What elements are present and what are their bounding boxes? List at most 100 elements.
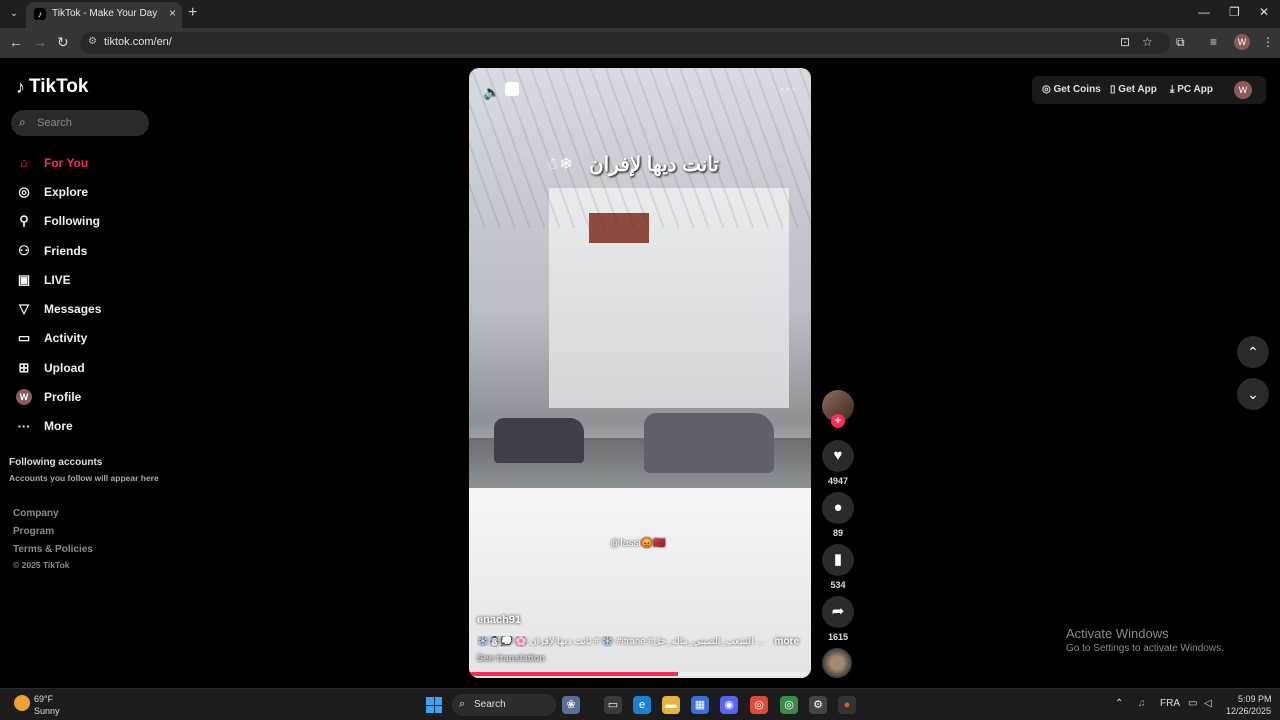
sidebar-item-friends[interactable]: ⚇ Friends xyxy=(16,236,166,265)
bookmark-icon: ▮ xyxy=(833,551,843,568)
video-author[interactable]: enach91 xyxy=(477,614,521,626)
mute-icon[interactable]: 🔈 xyxy=(483,84,500,101)
url-input[interactable]: ⚙ tiktok.com/en/ xyxy=(80,32,1170,54)
forward-icon[interactable]: → xyxy=(33,34,47,50)
mic-tray-icon[interactable]: ♫ xyxy=(1138,698,1146,709)
store-icon[interactable]: ▦ xyxy=(691,696,709,714)
message-square-icon: ▭ xyxy=(17,330,31,346)
sidebar-item-explore[interactable]: ◎ Explore xyxy=(16,177,166,206)
file-explorer-icon[interactable]: ▬ xyxy=(662,696,680,714)
sidebar-item-activity[interactable]: ▭ Activity xyxy=(16,324,166,353)
video-overlay-caption: تانت ديها لإفران xyxy=(588,154,719,176)
video-progress-bar[interactable] xyxy=(469,672,811,676)
footer-link-company[interactable]: Company xyxy=(13,508,59,519)
sidebar-item-label: Following xyxy=(44,214,100,229)
footer-link-program[interactable]: Program xyxy=(13,526,54,537)
download-icon: ⤓ xyxy=(1170,84,1175,95)
video-more-icon[interactable]: ··· xyxy=(780,80,797,96)
bookmark-star-icon[interactable]: ☆ xyxy=(1142,35,1153,49)
sidebar-item-label: Friends xyxy=(44,243,88,258)
sidebar-item-messages[interactable]: ▽ Messages xyxy=(16,294,166,323)
microphone-app-icon[interactable]: ● xyxy=(838,696,856,714)
description-more-button[interactable]: more xyxy=(775,636,799,647)
extensions-icon[interactable]: ⧉ xyxy=(1176,35,1185,50)
sidebar-item-upload[interactable]: ⊞ Upload xyxy=(16,353,166,382)
sidebar-item-following[interactable]: ⚲ Following xyxy=(16,207,166,236)
network-icon[interactable]: ▭ xyxy=(1188,698,1197,709)
send-icon: ▽ xyxy=(19,301,29,317)
get-coins-label: Get Coins xyxy=(1053,84,1101,95)
sidebar-item-more[interactable]: ··· More xyxy=(16,412,166,441)
friends-icon: ⚇ xyxy=(18,242,30,258)
weather-temperature[interactable]: 69°F xyxy=(34,694,53,704)
tab-search-icon[interactable]: ⌄ xyxy=(6,6,22,22)
search-icon: ⌕ xyxy=(19,115,26,129)
new-tab-icon[interactable]: + xyxy=(188,4,197,22)
user-avatar[interactable]: W xyxy=(1234,81,1252,99)
save-count: 534 xyxy=(830,580,846,590)
tray-overflow-icon[interactable]: ⌃ xyxy=(1115,698,1123,709)
chrome-icon[interactable]: ◎ xyxy=(750,696,768,714)
heart-icon: ♥ xyxy=(833,447,843,464)
copyright: © 2025 TikTok xyxy=(13,560,70,570)
pc-app-button[interactable]: ⤓ PC App xyxy=(1170,84,1213,95)
comment-count: 89 xyxy=(832,528,843,538)
windows-start-icon[interactable] xyxy=(426,697,442,713)
task-view-icon[interactable]: ▭ xyxy=(604,696,622,714)
browser-profile-avatar[interactable]: W xyxy=(1234,34,1250,50)
save-button[interactable]: ▮ xyxy=(822,544,854,576)
sidebar-nav: ⌂ For You ◎ Explore ⚲ Following ⚇ Friend… xyxy=(16,148,166,441)
pc-app-label: PC App xyxy=(1177,84,1213,95)
discord-icon[interactable]: ◉ xyxy=(720,696,738,714)
back-icon[interactable]: ← xyxy=(9,34,23,50)
maximize-icon[interactable]: ❐ xyxy=(1229,5,1240,19)
address-toolbar: ← → ↻ ⚙ tiktok.com/en/ ⊡ ☆ ⧉ ≡ W ⋮ xyxy=(0,28,1280,58)
install-app-icon[interactable]: ⊡ xyxy=(1120,35,1130,49)
taskbar-search[interactable]: ⌕ Search xyxy=(452,694,556,716)
site-info-icon[interactable]: ⚙ xyxy=(88,36,97,47)
home-icon: ⌂ xyxy=(20,155,28,171)
like-button[interactable]: ♥ xyxy=(822,440,854,472)
weather-sun-icon[interactable] xyxy=(14,695,30,711)
video-player[interactable]: 🔈 ··· ☃❄ تانت ديها لإفران @fassi😡🇲🇦 enac… xyxy=(469,68,811,678)
share-button[interactable]: ➦ xyxy=(822,596,854,628)
browser-tab[interactable]: ♪ TikTok - Make Your Day × xyxy=(26,2,182,28)
previous-video-button[interactable]: ⌃ xyxy=(1237,336,1269,368)
like-count: 4947 xyxy=(827,476,849,486)
search-input[interactable]: ⌕ Search xyxy=(11,110,149,136)
minimize-icon[interactable]: — xyxy=(1198,5,1210,19)
footer-link-terms[interactable]: Terms & Policies xyxy=(13,544,93,555)
volume-icon[interactable]: ◁ xyxy=(1204,698,1212,709)
settings-icon[interactable]: ⚙ xyxy=(809,696,827,714)
sidebar-item-for-you[interactable]: ⌂ For You xyxy=(16,148,166,177)
browser-menu-icon[interactable]: ⋮ xyxy=(1262,35,1274,49)
window-close-icon[interactable]: ✕ xyxy=(1259,5,1269,19)
tab-close-icon[interactable]: × xyxy=(169,6,176,20)
clock-date[interactable]: 12/26/2025 xyxy=(1226,706,1271,716)
get-coins-button[interactable]: ◎ Get Coins xyxy=(1042,84,1101,95)
comment-button[interactable]: ● xyxy=(822,492,854,524)
clock-time[interactable]: 5:09 PM xyxy=(1238,694,1272,704)
fullscreen-toggle-icon[interactable] xyxy=(505,82,519,96)
video-frame-car xyxy=(494,418,584,463)
windows-taskbar: 69°F Sunny ⌕ Search ❀ ▭ e ▬ ▦ ◉ ◎ ◎ ⚙ ● … xyxy=(0,688,1280,720)
following-accounts-subtitle: Accounts you follow will appear here xyxy=(9,473,159,483)
sidebar-item-profile[interactable]: W Profile xyxy=(16,382,166,411)
sidebar-item-live[interactable]: ▣ LIVE xyxy=(16,265,166,294)
widgets-icon[interactable]: ❀ xyxy=(562,696,580,714)
language-indicator[interactable]: FRA xyxy=(1160,698,1180,709)
chrome-profile-icon[interactable]: ◎ xyxy=(780,696,798,714)
follow-plus-icon[interactable]: + xyxy=(831,414,845,428)
next-video-button[interactable]: ⌄ xyxy=(1237,378,1269,410)
video-overlay-tag: @fassi😡🇲🇦 xyxy=(610,538,666,549)
reading-list-icon[interactable]: ≡ xyxy=(1210,35,1217,49)
reload-icon[interactable]: ↻ xyxy=(57,34,69,51)
share-arrow-icon: ➦ xyxy=(831,603,845,620)
music-disc-icon[interactable] xyxy=(822,648,852,678)
see-translation-link[interactable]: See translation xyxy=(477,653,545,664)
weather-description[interactable]: Sunny xyxy=(34,706,60,716)
tiktok-logo[interactable]: ♪ TikTok xyxy=(16,76,88,98)
get-app-button[interactable]: ▯ Get App xyxy=(1110,84,1157,95)
edge-icon[interactable]: e xyxy=(633,696,651,714)
share-count: 1615 xyxy=(827,632,849,642)
